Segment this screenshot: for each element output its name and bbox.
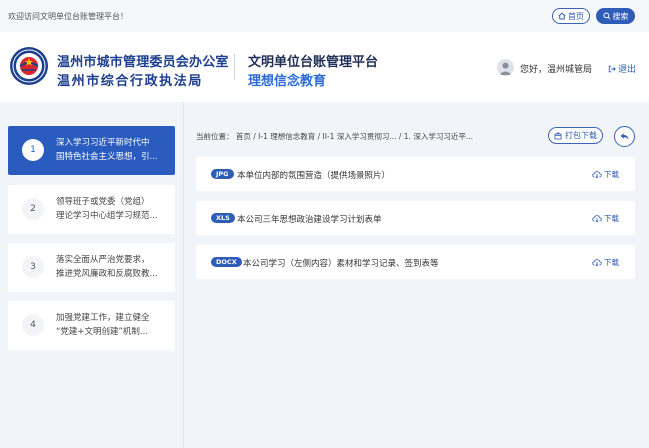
platform-section-title: 理想信念教育 (248, 74, 327, 89)
sidebar-item-number: 4 (22, 314, 44, 336)
search-button-label: 搜索 (612, 11, 629, 21)
logout-label: 退出 (618, 65, 637, 75)
user-avatar-icon[interactable] (497, 59, 514, 76)
sidebar-item-line: 国特色社会主义思想，引... (56, 152, 158, 162)
home-icon (558, 12, 566, 20)
search-button[interactable]: 搜索 (596, 8, 635, 24)
sidebar-item-4[interactable]: 4 加强党建工作，建立健全 “党建+文明创建”机制... (8, 301, 175, 350)
pack-download-button[interactable]: 打包下载 (548, 127, 603, 144)
user-greeting: 您好，温州城管局 (520, 65, 593, 75)
file-name[interactable]: 本单位内部的氛围营造（提供场景照片） (237, 169, 390, 181)
cloud-download-icon (592, 215, 602, 223)
breadcrumb: 当前位置： 首页 / I-1 理想信念教育 / II-1 深入学习贯彻习... … (196, 132, 473, 141)
platform-title: 文明单位台账管理平台 (248, 55, 379, 70)
download-label: 下载 (604, 258, 619, 267)
download-label: 下载 (604, 170, 619, 179)
welcome-text: 欢迎访问文明单位台账管理平台！ (8, 12, 128, 21)
city-management-emblem-icon (10, 47, 48, 85)
top-bar: 欢迎访问文明单位台账管理平台！ 首页 搜索 (0, 0, 649, 32)
sidebar-item-number: 1 (22, 139, 44, 161)
file-type-badge: JPG (211, 169, 234, 179)
home-button[interactable]: 首页 (552, 8, 590, 24)
sidebar-item-2[interactable]: 2 领导班子或党委（党组） 理论学习中心组学习规范... (8, 185, 175, 234)
sidebar-item-number: 2 (22, 198, 44, 220)
sidebar-item-line: 落实全面从严治党要求， (56, 255, 150, 265)
file-type-badge: XLS (211, 213, 235, 223)
file-row: DOCX 本公司学习（左侧内容）素材和学习记录、签到表等 下载 (196, 245, 635, 279)
sidebar-item-label: 深入学习习近平新时代中 国特色社会主义思想，引... (56, 136, 168, 164)
header: 温州市城市管理委员会办公室 温州市综合行政执法局 文明单位台账管理平台 理想信念… (0, 32, 649, 102)
header-divider (234, 54, 235, 80)
sidebar-item-label: 加强党建工作，建立健全 “党建+文明创建”机制... (56, 311, 168, 339)
search-icon (602, 12, 611, 20)
back-arrow-icon (620, 133, 629, 140)
logout-icon (608, 65, 616, 72)
sidebar-item-line: 领导班子或党委（党组） (56, 197, 150, 207)
sidebar-item-line: “党建+文明创建”机制... (56, 327, 149, 337)
org-name-primary: 温州市城市管理委员会办公室 (57, 55, 229, 70)
sidebar-item-label: 领导班子或党委（党组） 理论学习中心组学习规范... (56, 195, 168, 223)
download-button[interactable]: 下载 (592, 213, 619, 224)
sidebar-item-number: 3 (22, 256, 44, 278)
download-button[interactable]: 下载 (592, 169, 619, 180)
pack-download-label: 打包下载 (565, 131, 597, 140)
file-row: XLS 本公司三年思想政治建设学习计划表单 下载 (196, 201, 635, 235)
home-button-label: 首页 (568, 11, 584, 21)
logout-button[interactable]: 退出 (608, 62, 636, 75)
package-icon (554, 132, 562, 139)
download-button[interactable]: 下载 (592, 257, 619, 268)
sidebar-item-1[interactable]: 1 深入学习习近平新时代中 国特色社会主义思想，引... (8, 126, 175, 175)
sidebar-item-line: 理论学习中心组学习规范... (56, 211, 158, 221)
sidebar-item-line: 深入学习习近平新时代中 (56, 138, 150, 148)
org-name-secondary: 温州市综合行政执法局 (57, 74, 204, 89)
sidebar-item-line: 加强党建工作，建立健全 (56, 313, 150, 323)
cloud-download-icon (592, 259, 602, 267)
sidebar: 1 深入学习习近平新时代中 国特色社会主义思想，引... 2 领导班子或党委（党… (0, 102, 184, 448)
sidebar-item-3[interactable]: 3 落实全面从严治党要求， 推进党风廉政和反腐败教... (8, 243, 175, 292)
back-button[interactable] (614, 126, 635, 147)
file-type-badge: DOCX (211, 257, 242, 267)
file-name[interactable]: 本公司学习（左侧内容）素材和学习记录、签到表等 (243, 257, 439, 269)
file-name[interactable]: 本公司三年思想政治建设学习计划表单 (237, 213, 382, 225)
cloud-download-icon (592, 171, 602, 179)
file-row: JPG 本单位内部的氛围营造（提供场景照片） 下载 (196, 157, 635, 191)
sidebar-item-label: 落实全面从严治党要求， 推进党风廉政和反腐败教... (56, 253, 168, 281)
sidebar-item-line: 推进党风廉政和反腐败教... (56, 269, 158, 279)
download-label: 下载 (604, 214, 619, 223)
